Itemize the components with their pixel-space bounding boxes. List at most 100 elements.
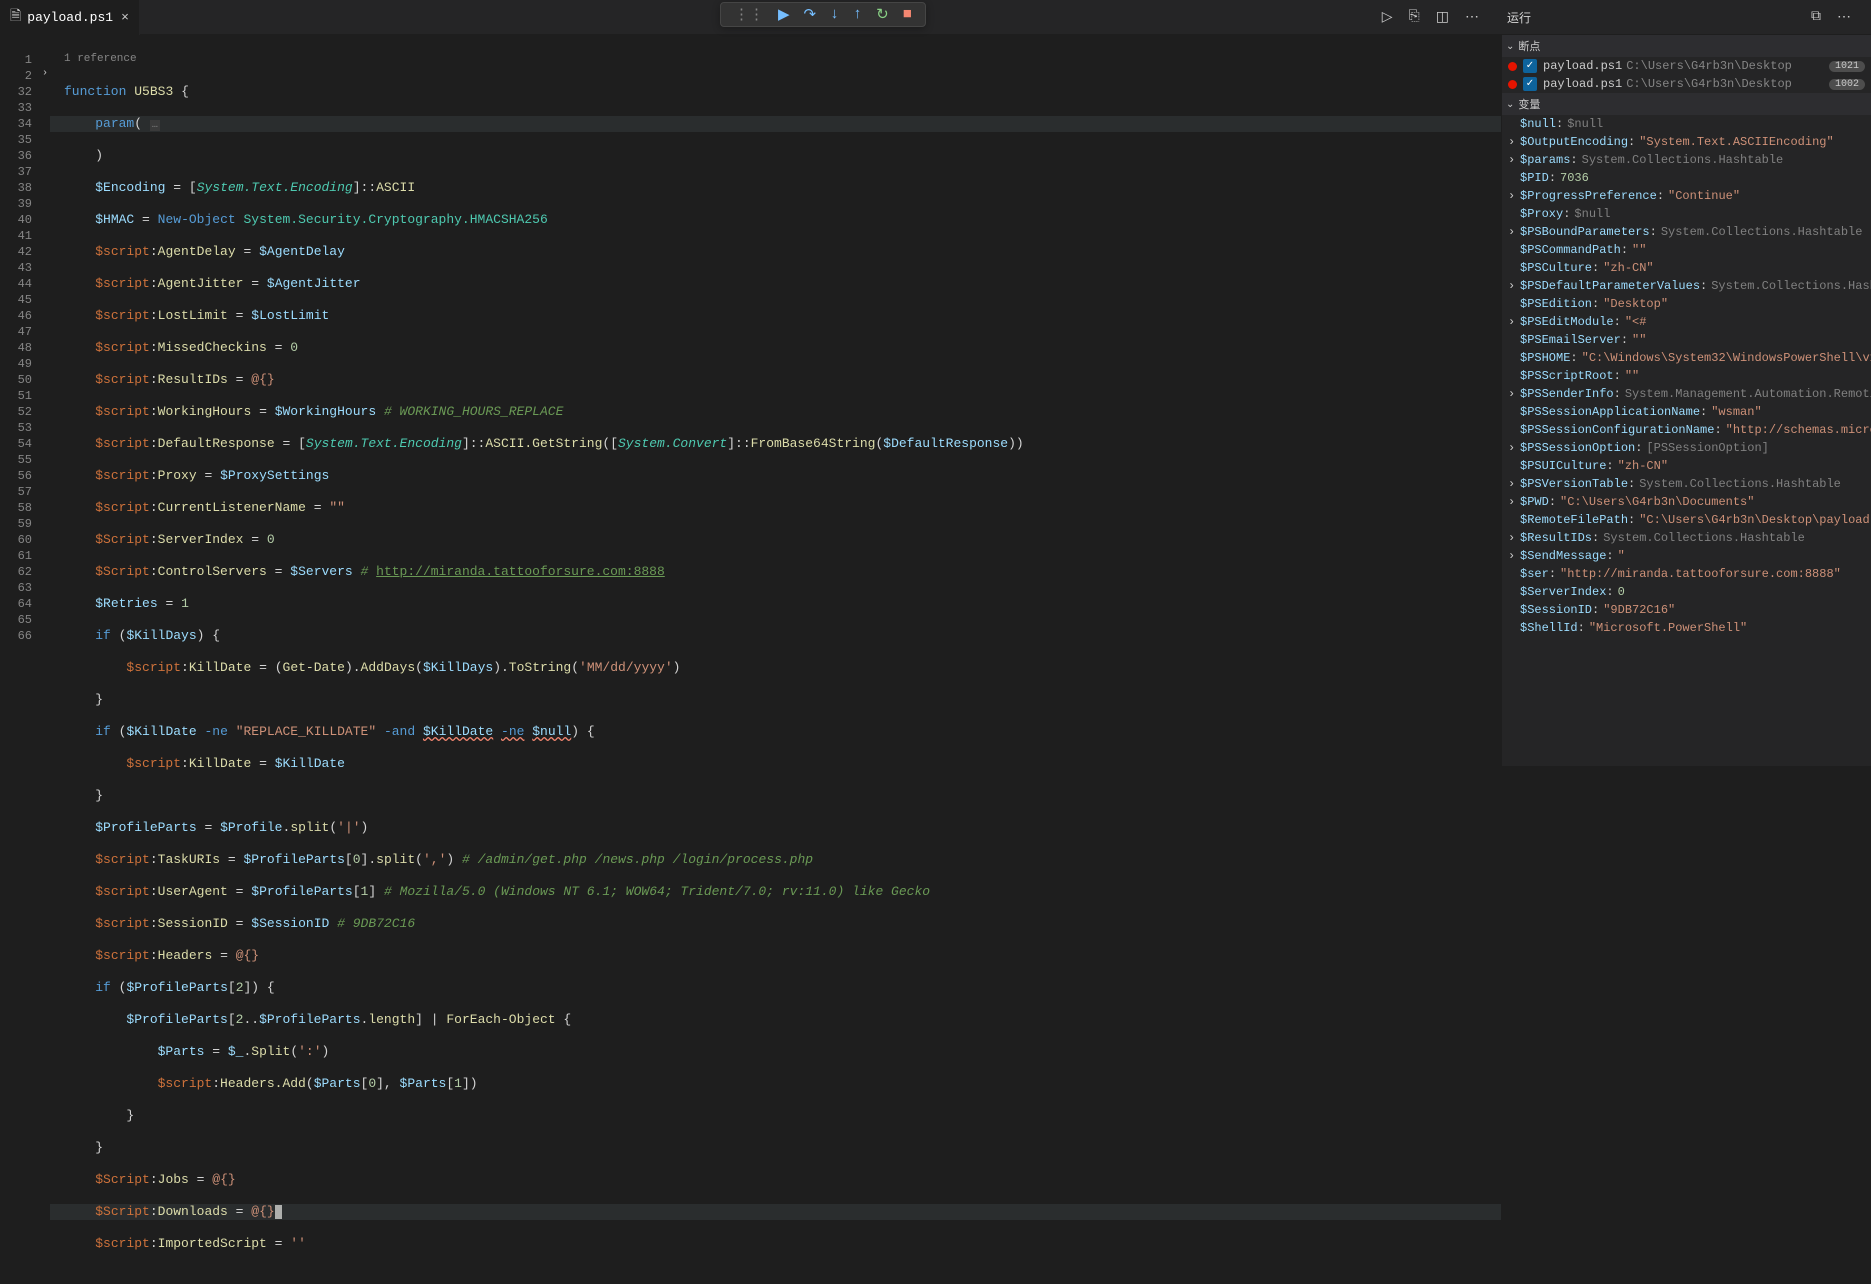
variable-name: $PSEditModule xyxy=(1520,313,1614,331)
variable-item[interactable]: $PSUICulture:"zh-CN" xyxy=(1502,457,1871,475)
variable-name: $null xyxy=(1520,115,1556,133)
variable-item[interactable]: $ser:"http://miranda.tattooforsure.com:8… xyxy=(1502,565,1871,583)
run-label[interactable]: 运行 xyxy=(1507,9,1531,26)
run-icon[interactable]: ▷ xyxy=(1382,9,1393,26)
line-number: 45 xyxy=(0,292,32,308)
variable-value: "C:\Windows\System32\WindowsPowerShell\v… xyxy=(1582,349,1871,367)
variable-item[interactable]: $PSBoundParameters:System.Collections.Ha… xyxy=(1502,223,1871,241)
editor-actions: ▷ ⎘ ◫ ⋯ 运行 ⧉ ⋯ xyxy=(1374,9,1871,26)
breakpoint-dot-icon xyxy=(1508,80,1517,89)
line-number: 56 xyxy=(0,468,32,484)
line-number: 53 xyxy=(0,420,32,436)
variable-item[interactable]: $PSDefaultParameterValues:System.Collect… xyxy=(1502,277,1871,295)
step-out-icon[interactable]: ↑ xyxy=(853,6,862,23)
line-number: 2 xyxy=(0,68,32,84)
variable-item[interactable]: $PID:7036 xyxy=(1502,169,1871,187)
variable-item[interactable]: $PSSessionApplicationName:"wsman" xyxy=(1502,403,1871,421)
variable-item[interactable]: $PSCulture:"zh-CN" xyxy=(1502,259,1871,277)
variable-item[interactable]: $PWD:"C:\Users\G4rb3n\Documents" xyxy=(1502,493,1871,511)
codelens[interactable]: 1 reference xyxy=(50,51,1501,68)
variable-name: $PSScriptRoot xyxy=(1520,367,1614,385)
variable-value: 7036 xyxy=(1560,169,1589,187)
variable-item[interactable]: $PSEditModule:"<# xyxy=(1502,313,1871,331)
variable-name: $PSEdition xyxy=(1520,295,1592,313)
variable-name: $OutputEncoding xyxy=(1520,133,1628,151)
line-number: 62 xyxy=(0,564,32,580)
panel-toggle-icon[interactable]: ⧉ xyxy=(1811,9,1821,25)
overflow-icon[interactable]: ⋯ xyxy=(1837,9,1851,26)
variable-name: $ser xyxy=(1520,565,1549,583)
variable-value: $null xyxy=(1574,205,1610,223)
variable-value: "" xyxy=(1632,331,1646,349)
variable-item[interactable]: $ServerIndex:0 xyxy=(1502,583,1871,601)
line-number: 64 xyxy=(0,596,32,612)
line-number: 60 xyxy=(0,532,32,548)
line-numbers: 1232333435363738394041424344454647484950… xyxy=(0,35,50,766)
line-number: 42 xyxy=(0,244,32,260)
line-number: 66 xyxy=(0,628,32,644)
variable-name: $PSEmailServer xyxy=(1520,331,1621,349)
variable-item[interactable]: $PSScriptRoot:"" xyxy=(1502,367,1871,385)
variable-item[interactable]: $PSSessionOption:[PSSessionOption] xyxy=(1502,439,1871,457)
variables-header[interactable]: ⌄ 变量 xyxy=(1502,93,1871,115)
tab-bar: 🗎 payload.ps1 × ⋮⋮ ▶ ↷ ↓ ↑ ↻ ■ ▷ ⎘ ◫ ⋯ 运… xyxy=(0,0,1871,35)
breakpoints-header[interactable]: ⌄ 断点 xyxy=(1502,35,1871,57)
variable-item[interactable]: $PSCommandPath:"" xyxy=(1502,241,1871,259)
breakpoint-item[interactable]: ✓ payload.ps1 C:\Users\G4rb3n\Desktop 10… xyxy=(1502,57,1871,75)
more-icon[interactable]: ⋯ xyxy=(1465,9,1479,26)
line-number: 34 xyxy=(0,116,32,132)
variable-name: $PSSessionApplicationName xyxy=(1520,403,1700,421)
breakpoint-checkbox[interactable]: ✓ xyxy=(1523,59,1537,73)
variable-name: $ProgressPreference xyxy=(1520,187,1657,205)
variable-value: System.Collections.Hashtable xyxy=(1661,223,1863,241)
variable-item[interactable]: $ShellId:"Microsoft.PowerShell" xyxy=(1502,619,1871,637)
variable-name: $Proxy xyxy=(1520,205,1563,223)
drag-handle-icon[interactable]: ⋮⋮ xyxy=(734,5,764,24)
variable-item[interactable]: $Proxy:$null xyxy=(1502,205,1871,223)
variable-value: "http://miranda.tattooforsure.com:8888" xyxy=(1560,565,1841,583)
line-number: 47 xyxy=(0,324,32,340)
variable-item[interactable]: $ResultIDs:System.Collections.Hashtable xyxy=(1502,529,1871,547)
variable-item[interactable]: $PSVersionTable:System.Collections.Hasht… xyxy=(1502,475,1871,493)
code-content[interactable]: 1 reference function U5BS3 { param( … ) … xyxy=(50,35,1501,766)
breakpoint-item[interactable]: ✓ payload.ps1 C:\Users\G4rb3n\Desktop 10… xyxy=(1502,75,1871,93)
continue-icon[interactable]: ▶ xyxy=(778,5,790,24)
step-over-icon[interactable]: ↷ xyxy=(804,5,817,24)
variable-value: $null xyxy=(1567,115,1603,133)
run-selection-icon[interactable]: ⎘ xyxy=(1409,9,1420,25)
variable-item[interactable]: $PSHOME:"C:\Windows\System32\WindowsPowe… xyxy=(1502,349,1871,367)
variable-value: System.Collections.Hashtable xyxy=(1603,529,1805,547)
variable-value: System.Collections.Hashtable xyxy=(1711,277,1871,295)
variable-item[interactable]: $params:System.Collections.Hashtable xyxy=(1502,151,1871,169)
line-number: 37 xyxy=(0,164,32,180)
variable-item[interactable]: $PSSenderInfo:System.Management.Automati… xyxy=(1502,385,1871,403)
variable-item[interactable]: $PSSessionConfigurationName:"http://sche… xyxy=(1502,421,1871,439)
variable-item[interactable]: $ProgressPreference:"Continue" xyxy=(1502,187,1871,205)
variable-name: $params xyxy=(1520,151,1570,169)
split-editor-icon[interactable]: ◫ xyxy=(1436,9,1449,26)
line-number: 50 xyxy=(0,372,32,388)
variable-value: "System.Text.ASCIIEncoding" xyxy=(1639,133,1833,151)
restart-icon[interactable]: ↻ xyxy=(876,5,889,24)
variable-name: $ResultIDs xyxy=(1520,529,1592,547)
editor-tab[interactable]: 🗎 payload.ps1 × xyxy=(0,0,140,35)
variable-item[interactable]: $RemoteFilePath:"C:\Users\G4rb3n\Desktop… xyxy=(1502,511,1871,529)
fold-icon[interactable]: › xyxy=(42,68,48,79)
variable-item[interactable]: $PSEdition:"Desktop" xyxy=(1502,295,1871,313)
variable-item[interactable]: $SessionID:"9DB72C16" xyxy=(1502,601,1871,619)
variable-item[interactable]: $PSEmailServer:"" xyxy=(1502,331,1871,349)
variable-value: System.Management.Automation.Remoting.PS… xyxy=(1625,385,1871,403)
line-number: 65 xyxy=(0,612,32,628)
breakpoints-title: 断点 xyxy=(1518,38,1540,54)
breakpoint-checkbox[interactable]: ✓ xyxy=(1523,77,1537,91)
variable-item[interactable]: $null:$null xyxy=(1502,115,1871,133)
stop-icon[interactable]: ■ xyxy=(903,6,912,23)
line-number: 61 xyxy=(0,548,32,564)
variable-item[interactable]: $SendMessage:" xyxy=(1502,547,1871,565)
variable-name: $ServerIndex xyxy=(1520,583,1606,601)
main-area: 1232333435363738394041424344454647484950… xyxy=(0,35,1871,766)
step-into-icon[interactable]: ↓ xyxy=(830,6,839,23)
variable-item[interactable]: $OutputEncoding:"System.Text.ASCIIEncodi… xyxy=(1502,133,1871,151)
line-number: 33 xyxy=(0,100,32,116)
close-tab-icon[interactable]: × xyxy=(121,10,129,25)
